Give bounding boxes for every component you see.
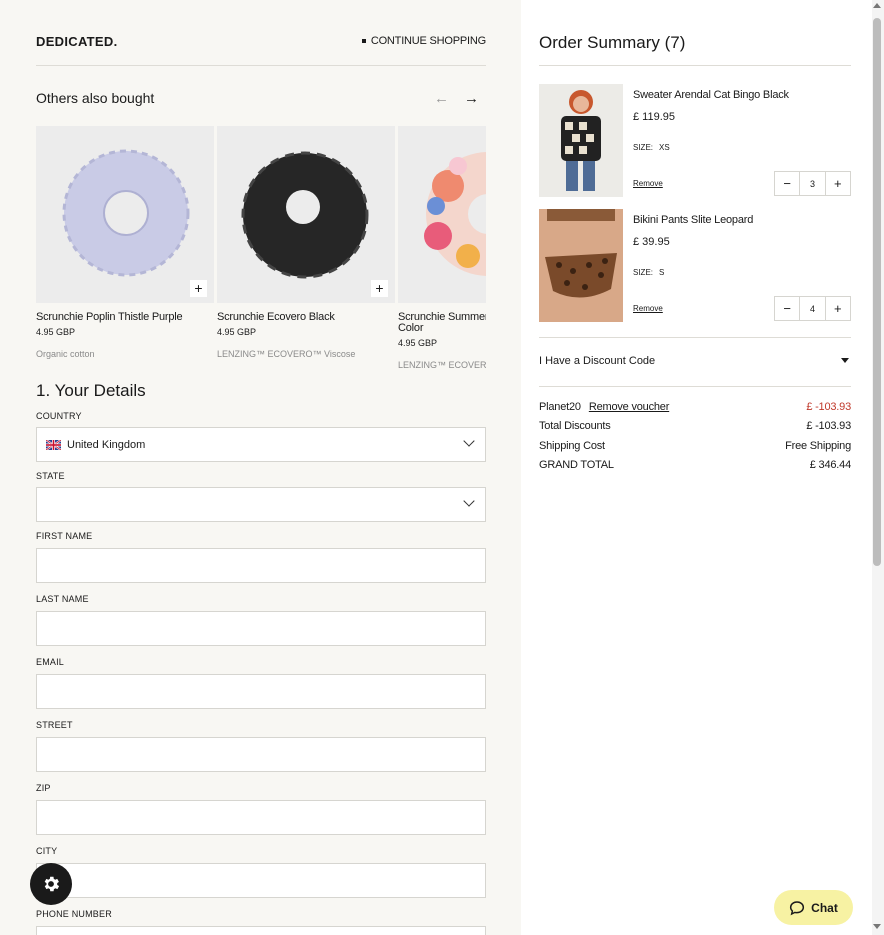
discount-code-toggle[interactable]: I Have a Discount Code bbox=[539, 355, 851, 367]
uk-flag-icon bbox=[46, 439, 61, 450]
caret-down-icon bbox=[841, 358, 849, 363]
phone-input[interactable] bbox=[36, 926, 486, 935]
others-also-bought-title: Others also bought bbox=[36, 90, 155, 106]
remove-item-link[interactable]: Remove bbox=[633, 179, 663, 188]
quantity-stepper: − 4 + bbox=[774, 296, 851, 321]
increase-quantity-button[interactable]: + bbox=[826, 297, 850, 320]
product-name[interactable]: Scrunchie Summer Color bbox=[398, 312, 486, 334]
scroll-up-arrow-icon[interactable] bbox=[873, 3, 881, 8]
first-name-label: FIRST NAME bbox=[36, 531, 93, 541]
product-price: 4.95 GBP bbox=[398, 338, 438, 348]
chat-label: Chat bbox=[811, 900, 838, 915]
voucher-name: Planet20 bbox=[539, 401, 581, 413]
last-name-input[interactable] bbox=[36, 611, 486, 646]
chevron-down-icon bbox=[463, 495, 475, 507]
cart-item-price: £ 119.95 bbox=[633, 111, 676, 123]
product-image[interactable] bbox=[398, 126, 486, 303]
country-value: United Kingdom bbox=[67, 438, 146, 451]
city-input[interactable] bbox=[36, 863, 486, 898]
divider bbox=[539, 337, 851, 338]
product-material: LENZING™ ECOVERO™ Viscose bbox=[217, 349, 356, 359]
voucher-value: £ -103.93 bbox=[806, 401, 851, 413]
discount-code-label: I Have a Discount Code bbox=[539, 355, 656, 367]
product-carousel: + Scrunchie Poplin Thistle Purple 4.95 G… bbox=[36, 126, 486, 376]
gear-icon bbox=[44, 876, 60, 892]
divider bbox=[539, 65, 851, 66]
total-discounts-value: £ -103.93 bbox=[806, 420, 851, 432]
product-material: Organic cotton bbox=[36, 349, 95, 359]
continue-shopping-label: CONTINUE SHOPPING bbox=[370, 35, 486, 47]
product-image[interactable]: + bbox=[217, 126, 395, 303]
first-name-input[interactable] bbox=[36, 548, 486, 583]
cart-item: Sweater Arendal Cat Bingo Black £ 119.95… bbox=[539, 84, 851, 197]
product-card[interactable]: + Scrunchie Ecovero Black 4.95 GBP LENZI… bbox=[217, 126, 395, 359]
shipping-label: Shipping Cost bbox=[539, 440, 605, 452]
chat-bubble-icon bbox=[790, 900, 805, 915]
remove-voucher-link[interactable]: Remove voucher bbox=[589, 401, 670, 413]
cart-item-image[interactable] bbox=[539, 84, 623, 197]
product-price: 4.95 GBP bbox=[36, 327, 76, 337]
chat-button[interactable]: Chat bbox=[774, 890, 853, 925]
decrease-quantity-button[interactable]: − bbox=[775, 172, 799, 195]
cart-item-size: SIZE: XS bbox=[633, 143, 670, 152]
your-details-title: 1. Your Details bbox=[36, 381, 146, 400]
cart-item-name[interactable]: Sweater Arendal Cat Bingo Black bbox=[633, 89, 789, 101]
scroll-down-arrow-icon[interactable] bbox=[873, 924, 881, 929]
add-to-cart-plus-icon[interactable]: + bbox=[371, 280, 388, 297]
brand-logo[interactable]: DEDICATED. bbox=[36, 34, 117, 49]
city-label: CITY bbox=[36, 846, 58, 856]
cart-item-price: £ 39.95 bbox=[633, 236, 670, 248]
cart-item: Bikini Pants Slite Leopard £ 39.95 SIZE:… bbox=[539, 209, 851, 322]
scrollbar-thumb[interactable] bbox=[873, 18, 881, 566]
product-card[interactable]: + Scrunchie Poplin Thistle Purple 4.95 G… bbox=[36, 126, 214, 359]
zip-input[interactable] bbox=[36, 800, 486, 835]
voucher-row: Planet20 Remove voucher £ -103.93 bbox=[539, 401, 851, 413]
total-discounts-row: Total Discounts £ -103.93 bbox=[539, 420, 851, 432]
cart-item-name[interactable]: Bikini Pants Slite Leopard bbox=[633, 214, 753, 226]
email-label: EMAIL bbox=[36, 657, 65, 667]
street-label: STREET bbox=[36, 720, 73, 730]
state-label: STATE bbox=[36, 471, 65, 481]
product-card[interactable]: Scrunchie Summer Color 4.95 GBP LENZING™… bbox=[398, 126, 486, 370]
country-label: COUNTRY bbox=[36, 411, 82, 421]
order-summary-title: Order Summary (7) bbox=[539, 33, 686, 52]
checkout-form-panel: DEDICATED. CONTINUE SHOPPING Others also… bbox=[0, 0, 521, 935]
state-select[interactable] bbox=[36, 487, 486, 522]
grand-total-label: GRAND TOTAL bbox=[539, 459, 614, 471]
order-summary-panel: Order Summary (7) Sweater Arendal Cat Bi… bbox=[521, 0, 884, 935]
settings-button[interactable] bbox=[30, 863, 72, 905]
bullet-icon bbox=[361, 39, 366, 43]
chevron-down-icon bbox=[463, 435, 475, 447]
carousel-prev-arrow-icon[interactable]: ← bbox=[434, 90, 449, 107]
remove-item-link[interactable]: Remove bbox=[633, 304, 663, 313]
product-image[interactable]: + bbox=[36, 126, 214, 303]
product-name[interactable]: Scrunchie Ecovero Black bbox=[217, 312, 395, 323]
product-price: 4.95 GBP bbox=[217, 327, 257, 337]
carousel-next-arrow-icon[interactable]: → bbox=[464, 90, 479, 107]
shipping-row: Shipping Cost Free Shipping bbox=[539, 440, 851, 452]
phone-label: PHONE NUMBER bbox=[36, 909, 112, 919]
product-material: LENZING™ ECOVERO™ Viscose bbox=[398, 360, 486, 370]
grand-total-value: £ 346.44 bbox=[809, 459, 851, 471]
country-select[interactable]: United Kingdom bbox=[36, 427, 486, 462]
total-discounts-label: Total Discounts bbox=[539, 420, 611, 432]
add-to-cart-plus-icon[interactable]: + bbox=[190, 280, 207, 297]
zip-label: ZIP bbox=[36, 783, 51, 793]
street-input[interactable] bbox=[36, 737, 486, 772]
shipping-value: Free Shipping bbox=[785, 440, 851, 452]
quantity-value[interactable]: 4 bbox=[799, 297, 826, 320]
product-name[interactable]: Scrunchie Poplin Thistle Purple bbox=[36, 312, 214, 323]
quantity-stepper: − 3 + bbox=[774, 171, 851, 196]
cart-item-image[interactable] bbox=[539, 209, 623, 322]
divider bbox=[36, 65, 486, 66]
increase-quantity-button[interactable]: + bbox=[826, 172, 850, 195]
email-input[interactable] bbox=[36, 674, 486, 709]
quantity-value[interactable]: 3 bbox=[799, 172, 826, 195]
continue-shopping-link[interactable]: CONTINUE SHOPPING bbox=[361, 35, 486, 47]
decrease-quantity-button[interactable]: − bbox=[775, 297, 799, 320]
cart-item-size: SIZE: S bbox=[633, 268, 665, 277]
last-name-label: LAST NAME bbox=[36, 594, 89, 604]
grand-total-row: GRAND TOTAL £ 346.44 bbox=[539, 459, 851, 471]
divider bbox=[539, 386, 851, 387]
